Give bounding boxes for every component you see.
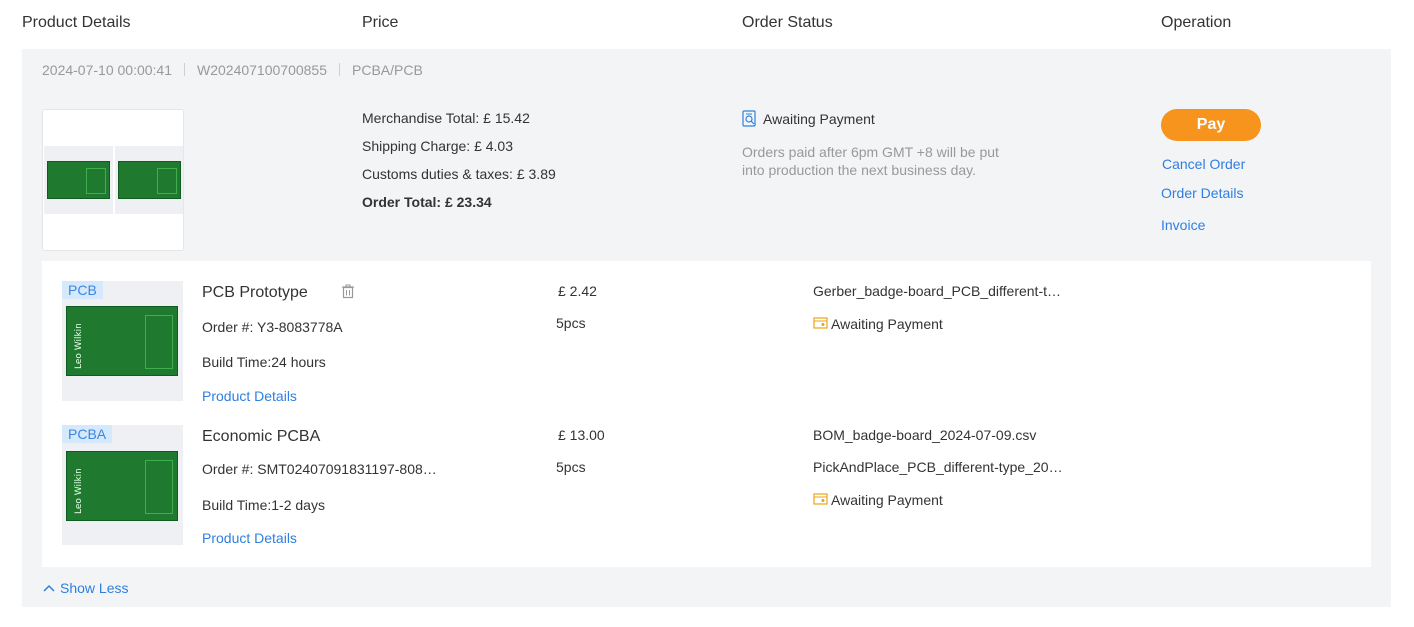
order-items (42, 261, 1371, 567)
header-price: Price (362, 14, 399, 31)
board-thumbnail (44, 146, 113, 214)
pcb-board-image: Leo Wilkin (66, 451, 178, 521)
shipping-charge: Shipping Charge: £ 4.03 (362, 138, 513, 154)
chevron-up-icon (43, 579, 55, 597)
production-note: Orders paid after 6pm GMT +8 will be put… (742, 144, 999, 178)
item-name: PCB Prototype (202, 284, 308, 301)
bom-file-link[interactable]: BOM_badge-board_2024-07-09.csv (813, 427, 1073, 443)
item-price: £ 2.42 (558, 283, 597, 299)
board-label: Leo Wilkin (74, 323, 84, 369)
product-image[interactable]: Leo Wilkin PCBA (62, 425, 183, 545)
product-details-link[interactable]: Product Details (202, 530, 297, 546)
board-label: Leo Wilkin (74, 468, 84, 514)
board-thumbnail (115, 146, 183, 214)
item-build-time: Build Time:1-2 days (202, 497, 325, 513)
divider (339, 63, 340, 76)
pick-and-place-file-link[interactable]: PickAndPlace_PCB_different-type_2024-07-… (813, 459, 1063, 475)
gerber-file-link[interactable]: Gerber_badge-board_PCB_different-type_20… (813, 283, 1063, 299)
item-status: Awaiting Payment (813, 491, 943, 508)
item-name: Economic PCBA (202, 428, 321, 445)
show-less-label: Show Less (60, 580, 129, 596)
order-thumbnail[interactable] (42, 109, 184, 251)
order-total: Order Total: £ 23.34 (362, 194, 492, 210)
item-price: £ 13.00 (558, 427, 605, 443)
item-status-label: Awaiting Payment (831, 491, 943, 508)
item-status: Awaiting Payment (813, 315, 943, 332)
trash-icon[interactable] (341, 284, 355, 299)
order-details-link[interactable]: Order Details (1161, 185, 1243, 201)
item-status-label: Awaiting Payment (831, 315, 943, 332)
item-quantity: 5pcs (556, 315, 586, 331)
invoice-link[interactable]: Invoice (1161, 217, 1205, 233)
order-date: 2024-07-10 00:00:41 (42, 62, 172, 78)
customs-duties: Customs duties & taxes: £ 3.89 (362, 166, 556, 182)
wallet-icon (813, 491, 828, 508)
merchandise-total: Merchandise Total: £ 15.42 (362, 110, 530, 126)
item-order-number: Order #: Y3-8083778A (202, 319, 343, 335)
header-product-details: Product Details (22, 14, 131, 31)
cancel-order-link[interactable]: Cancel Order (1162, 156, 1245, 172)
payment-status-icon (742, 110, 757, 127)
pcb-board-image: Leo Wilkin (66, 306, 178, 376)
order-number: W202407100700855 (197, 62, 328, 78)
item-build-time: Build Time:24 hours (202, 354, 326, 370)
item-order-number: Order #: SMT02407091831197-8083778 (202, 461, 442, 477)
pcb-board-image (47, 161, 110, 199)
header-order-status: Order Status (742, 14, 833, 31)
pay-button[interactable]: Pay (1161, 109, 1261, 141)
product-details-link[interactable]: Product Details (202, 388, 297, 404)
product-image[interactable]: Leo Wilkin PCB (62, 281, 183, 401)
header-operation: Operation (1161, 14, 1232, 31)
pcb-board-image (118, 161, 181, 199)
show-less-toggle[interactable]: Show Less (43, 579, 128, 597)
order-type: PCBA/PCB (352, 62, 423, 78)
divider (184, 63, 185, 76)
wallet-icon (813, 315, 828, 332)
order-status: Awaiting Payment (763, 111, 875, 127)
item-tag-pcb: PCB (62, 281, 103, 299)
item-tag-pcba: PCBA (62, 425, 113, 443)
item-quantity: 5pcs (556, 459, 586, 475)
